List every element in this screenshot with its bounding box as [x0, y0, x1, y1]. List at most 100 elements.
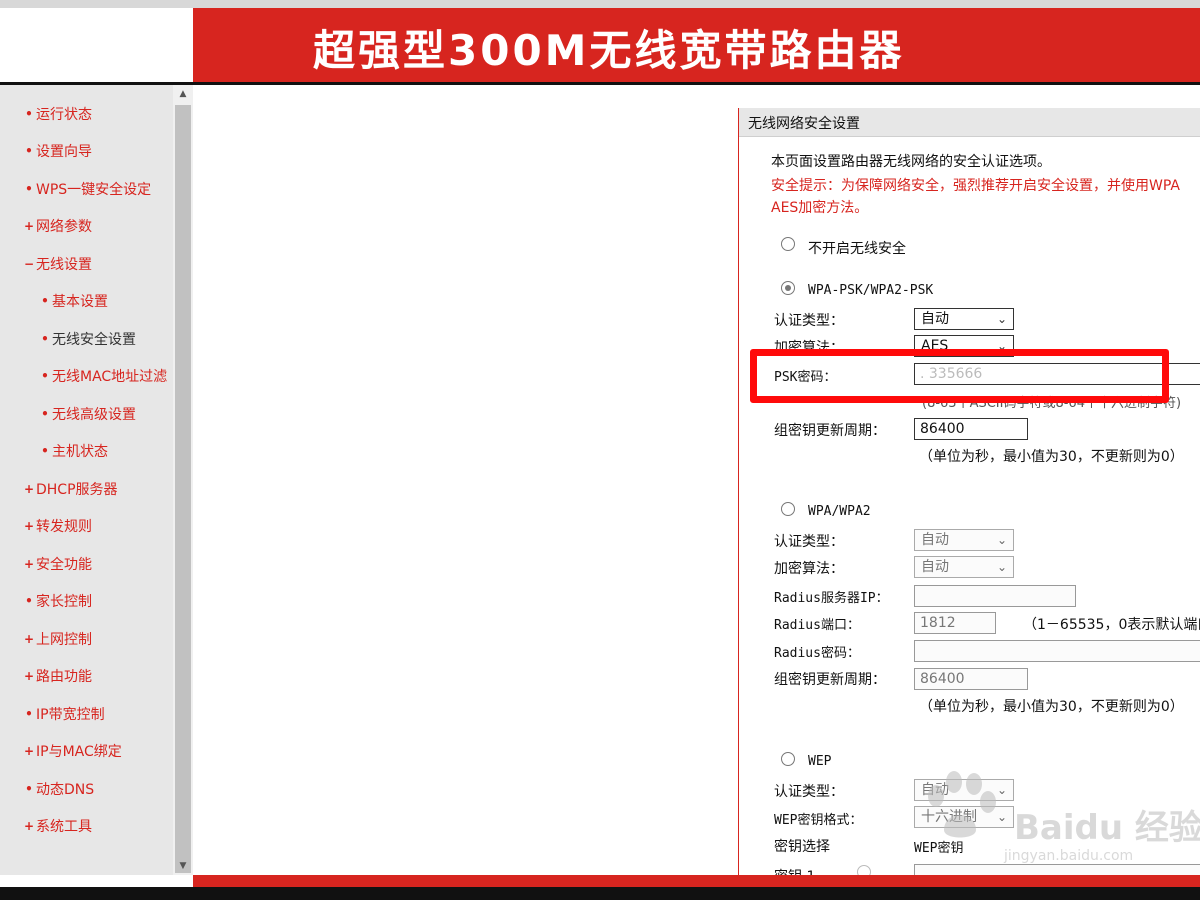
sidebar-item-label: 无线设置 [36, 257, 92, 273]
radius-port-input[interactable]: 1812 [914, 612, 996, 634]
sidebar-item-ddns[interactable]: • 动态DNS [22, 779, 94, 799]
bullet-icon: • [41, 407, 49, 421]
sidebar-item-label: 网络参数 [36, 219, 92, 235]
sidebar-item-setup-wizard[interactable]: • 设置向导 [22, 141, 92, 161]
radius-port-value: 1812 [920, 615, 956, 631]
banner-left-blank [0, 8, 193, 82]
watermark-text: Baidu 经验 [1014, 808, 1200, 848]
expand-icon: + [23, 219, 35, 233]
sidebar-item-run-status[interactable]: • 运行状态 [22, 104, 92, 124]
sidebar-item-dhcp[interactable]: + DHCP服务器 [22, 479, 118, 499]
baidu-watermark: Baidu 经验 jingyan.baidu.com [914, 770, 1200, 870]
sidebar-item-label: DHCP服务器 [36, 482, 118, 498]
sidebar-item-label: WPS一键安全设定 [36, 182, 152, 198]
psk-group-label: 组密钥更新周期： [774, 423, 886, 439]
sidebar-item-network[interactable]: + 网络参数 [22, 216, 92, 236]
wpa-psk-label: WPA-PSK/WPA2-PSK [808, 283, 934, 298]
sidebar-menu: • 运行状态 • 设置向导 • WPS一键安全设定 + 网络参数 − 无线设置 • 基本设置… [0, 85, 173, 875]
bullet-icon: • [41, 369, 49, 383]
sidebar-item-label: 无线高级设置 [52, 407, 136, 423]
wireless-security-panel: 无线网络安全设置 本页面设置路由器无线网络的安全认证选项。 安全提示：为保障网络… [738, 108, 1200, 875]
sidebar-item-label: IP与MAC绑定 [36, 744, 122, 760]
baidu-paw-logo-icon [928, 771, 996, 838]
bullet-icon: • [25, 707, 33, 721]
radio-wep[interactable] [781, 752, 795, 766]
sidebar-item-label: 上网控制 [36, 632, 92, 648]
bullet-icon: • [25, 782, 33, 796]
radio-wpa[interactable] [781, 502, 795, 516]
radio-wpa-psk[interactable] [781, 281, 795, 295]
bullet-icon: • [41, 294, 49, 308]
sidebar-item-label: IP带宽控制 [36, 707, 105, 723]
expand-icon: + [23, 669, 35, 683]
wpa-group-period-input[interactable]: 86400 [914, 668, 1028, 690]
watermark-url: jingyan.baidu.com [1004, 848, 1134, 864]
bottom-left-blank [0, 875, 193, 887]
panel-header: 无线网络安全设置 [739, 108, 1200, 137]
sidebar-item-host-status[interactable]: • 主机状态 [38, 441, 108, 461]
sidebar-item-label: 家长控制 [36, 594, 92, 610]
radius-ip-label: Radius服务器IP： [774, 591, 889, 606]
wpa-auth-select[interactable]: 自动 ⌄ [914, 529, 1014, 551]
sidebar-item-wireless-security[interactable]: • 无线安全设置 [38, 329, 136, 349]
wpa-group-period-value: 86400 [920, 671, 965, 687]
psk-auth-select[interactable]: 自动 ⌄ [914, 308, 1014, 330]
psk-group-period-input[interactable]: 86400 [914, 418, 1028, 440]
sidebar-item-wireless-basic[interactable]: • 基本设置 [38, 291, 108, 311]
scroll-up-arrow-icon[interactable]: ▲ [173, 85, 193, 103]
expand-icon: + [23, 519, 35, 533]
radius-port-hint: （1－65535，0表示默认端口 [1023, 617, 1200, 633]
chevron-down-icon: ⌄ [996, 560, 1007, 574]
radius-password-label: Radius密码： [774, 646, 860, 661]
wpa-auth-value: 自动 [921, 532, 949, 548]
security-tip-line1: 安全提示：为保障网络安全，强烈推荐开启安全设置，并使用WPA [771, 178, 1180, 194]
wpa-enc-value: 自动 [921, 559, 949, 575]
chevron-down-icon: ⌄ [996, 533, 1007, 547]
sidebar-item-ip-mac-binding[interactable]: + IP与MAC绑定 [22, 741, 122, 761]
scrollbar-thumb[interactable] [175, 105, 191, 873]
bottom-red-bar [193, 875, 1200, 887]
expand-icon: + [23, 557, 35, 571]
bullet-icon: • [25, 182, 33, 196]
intro-text: 本页面设置路由器无线网络的安全认证选项。 [771, 154, 1051, 170]
sidebar-item-label: 系统工具 [36, 819, 92, 835]
security-tip-line2: AES加密方法。 [771, 200, 869, 216]
banner-title: 超强型300M无线宽带路由器 [313, 26, 905, 75]
psk-auth-label: 认证类型： [774, 313, 844, 329]
sidebar-item-wireless-advanced[interactable]: • 无线高级设置 [38, 404, 136, 424]
bullet-icon: • [41, 444, 49, 458]
sidebar-item-routing[interactable]: + 路由功能 [22, 666, 92, 686]
sidebar-item-wireless[interactable]: − 无线设置 [22, 254, 92, 274]
radius-ip-input[interactable] [914, 585, 1076, 607]
scroll-down-arrow-icon[interactable]: ▼ [173, 857, 193, 875]
wpa-group-hint: （单位为秒，最小值为30，不更新则为0） [919, 699, 1184, 715]
sidebar-scrollbar[interactable]: ▲ ▼ [173, 85, 193, 875]
chevron-down-icon: ⌄ [996, 312, 1007, 326]
wpa-group-label: 组密钥更新周期： [774, 672, 886, 688]
expand-icon: + [23, 819, 35, 833]
sidebar-item-system-tools[interactable]: + 系统工具 [22, 816, 92, 836]
sidebar-item-wps[interactable]: • WPS一键安全设定 [22, 179, 151, 199]
bullet-icon: • [25, 144, 33, 158]
sidebar-item-label: 无线安全设置 [52, 332, 136, 348]
radio-no-security[interactable] [781, 237, 795, 251]
wpa-auth-label: 认证类型： [774, 534, 844, 550]
sidebar-item-access-control[interactable]: + 上网控制 [22, 629, 92, 649]
sidebar-item-mac-filter[interactable]: • 无线MAC地址过滤 [38, 366, 167, 386]
sidebar-item-forwarding[interactable]: + 转发规则 [22, 516, 92, 536]
bullet-icon: • [25, 107, 33, 121]
radius-port-label: Radius端口： [774, 618, 860, 633]
bullet-icon: • [25, 594, 33, 608]
wpa-enc-select[interactable]: 自动 ⌄ [914, 556, 1014, 578]
panel-title: 无线网络安全设置 [748, 116, 860, 132]
sidebar-item-parental[interactable]: • 家长控制 [22, 591, 92, 611]
sidebar-item-security[interactable]: + 安全功能 [22, 554, 92, 574]
wep-key-select-label: 密钥选择 [774, 839, 830, 855]
radio-wep-key1[interactable] [857, 865, 871, 875]
sidebar-item-bandwidth[interactable]: • IP带宽控制 [22, 704, 105, 724]
wpa-enc-label: 加密算法： [774, 561, 844, 577]
sidebar-item-label: 安全功能 [36, 557, 92, 573]
radius-password-input[interactable] [914, 640, 1200, 662]
sidebar-item-label: 动态DNS [36, 782, 95, 798]
wpa-label: WPA/WPA2 [808, 504, 871, 519]
